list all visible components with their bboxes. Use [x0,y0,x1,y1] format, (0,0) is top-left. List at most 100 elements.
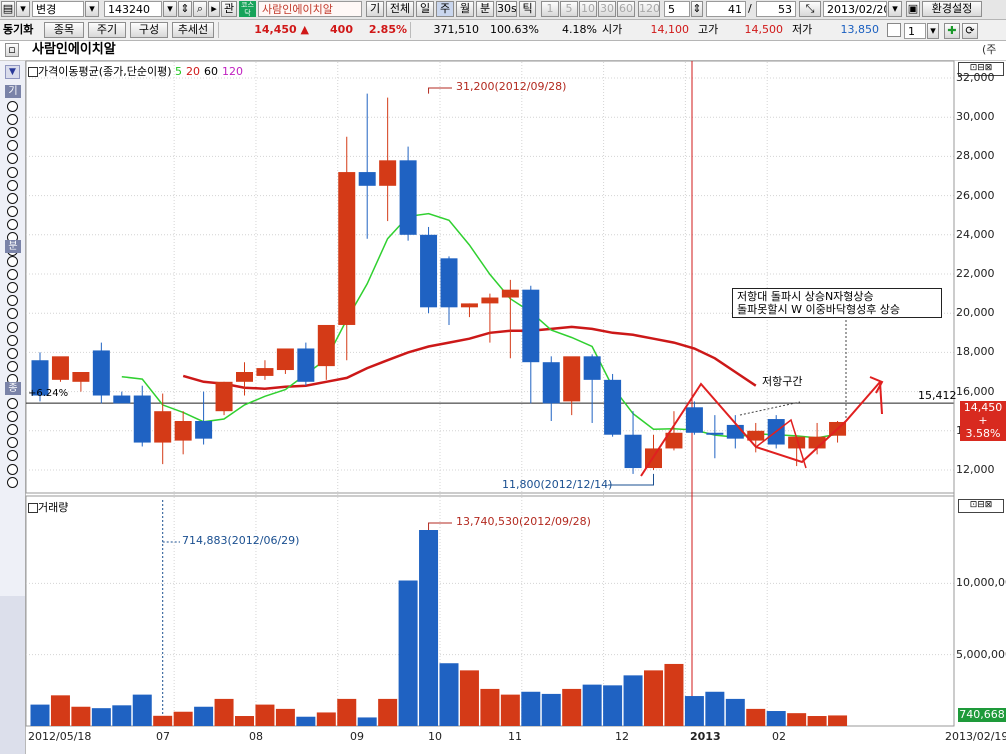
candle-body [501,289,519,298]
candle-body [72,372,90,382]
candle-body [583,356,601,380]
ma-legend-2: 60 [204,65,219,78]
x-tick-label: 02 [772,730,786,743]
ma-legend-3: 120 [222,65,244,78]
volume-bar [235,716,254,726]
candle-body [215,381,233,412]
grid [25,60,955,727]
candle-body [256,368,274,376]
volume-bar [357,717,377,726]
volume-last-box: 740,668 [958,708,1006,722]
price-tick-label: 20,000 [956,306,995,320]
volume-legend: 거래량 [28,499,68,515]
candle-body [92,350,110,396]
resist-leader [739,401,801,416]
volume-bar [50,695,70,726]
candle-body [481,297,499,304]
candle-body [133,395,151,443]
volume-mark-annotation: 714,883(2012/06/29) [182,534,300,547]
volume-bar [562,688,582,726]
volume-bar [30,704,50,726]
volume-bar [541,693,561,726]
candle-body [317,324,335,367]
price-tick-label: 26,000 [956,188,995,202]
price-tick-label: 16,000 [956,384,995,398]
volume-bar [664,663,684,726]
volume-legend-box-icon[interactable] [28,503,38,513]
annotations [162,87,884,716]
price-tick-label: 32,000 [956,71,995,84]
volume-high-annotation: 13,740,530(2012/09/28) [456,515,591,528]
candle-body [51,356,69,380]
volume-bar [521,691,541,726]
ma-legend-1: 20 [186,65,201,78]
candle-body [522,289,540,363]
candle-body [338,172,356,325]
volume-bar [582,684,602,726]
volume-bar [419,530,439,726]
high-annotation: 31,200(2012/09/28) [456,80,567,93]
low-annotation-leader [608,473,654,486]
volume-bar [644,670,663,726]
volume-bar [746,708,766,726]
candle-body [563,356,581,402]
volume-bar [173,711,193,726]
box-pct: + 3.58% [965,414,1001,440]
volume-bar [91,708,111,726]
legend-prefix: 가격이동평균(종가,단순이평) [38,65,172,78]
price-tick-label: 12,000 [956,463,995,476]
ma-legend-0: 5 [175,65,183,78]
ma-legend: 5 20 60 120 [175,65,247,78]
x-tick-label: 07 [156,730,170,743]
volume-mark-leader [162,500,180,716]
resist-label: 저항구간 [762,375,803,388]
x-tick-label: 11 [508,730,522,743]
candles [31,93,847,474]
x-tick-label: 09 [350,730,364,743]
volume-bar [684,696,704,726]
volume-bar [132,694,152,726]
volume-bar [480,688,500,726]
note-line-1: 저항대 돌파시 상승N자형상승 [737,290,874,303]
price-tick-label: 18,000 [956,345,995,359]
x-tick-label: 10 [428,730,442,743]
box-change: ▲500 [968,440,998,453]
volume-title: 거래량 [38,501,69,514]
candle-body [195,421,213,439]
volume-bar [766,711,786,726]
candle-body [440,258,458,308]
candle-body [604,379,622,435]
pct-label: +6.24% [28,388,69,399]
x-tick-label: 2013/02/19 [945,730,1006,743]
volume-bar [214,698,234,726]
ma20-line [182,325,757,390]
volume-panel-control-icon[interactable]: ⊡⊟⊠ [958,499,1004,513]
box-price: 14,450 [963,401,1003,414]
volume-bar [194,706,214,726]
candle-body [297,348,315,382]
chart-canvas [25,60,955,727]
candle-body [685,407,703,433]
ref-value: 15,412 [918,389,957,402]
x-tick-label: 2013 [690,730,721,743]
candle-body [399,160,417,235]
candle-body [113,395,131,404]
volume-tick-label: 5,000,000 [956,647,1006,661]
price-tick-label: 24,000 [956,227,995,241]
candle-body [726,424,744,439]
ma20-path [182,325,757,390]
volume-bar [378,698,398,726]
price-legend: 가격이동평균(종가,단순이평) 5 20 60 120 [28,63,247,79]
candle-body [236,372,253,382]
volume-bar [603,685,623,726]
volume-bars [30,530,848,726]
volume-bar [296,716,316,726]
legend-box-icon[interactable] [28,67,38,77]
candle-body [542,362,560,404]
candle-body [420,234,438,308]
volume-bar [337,698,357,726]
volume-bar [787,713,807,726]
volume-bar [275,708,295,726]
volume-bar [398,580,418,726]
price-tick-label: 22,000 [956,267,995,280]
